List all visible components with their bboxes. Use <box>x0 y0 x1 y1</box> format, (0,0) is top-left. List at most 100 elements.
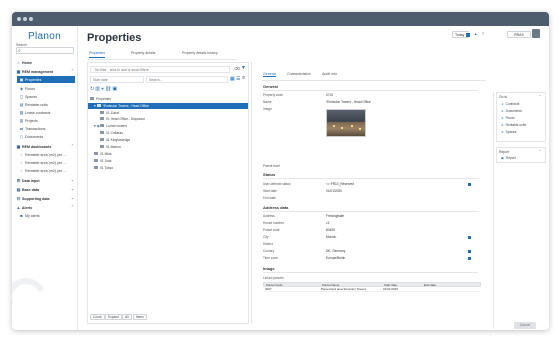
home-icon: ⌂ <box>17 60 20 65</box>
field-label: Parent level <box>263 164 280 168</box>
collapse-icon[interactable]: ⌃ <box>539 94 542 99</box>
nav-rentable-units[interactable]: ▤ Rentable units <box>12 101 78 108</box>
report-item[interactable]: ▣ Report <box>501 156 516 160</box>
avatar[interactable] <box>532 29 540 38</box>
table-row[interactable]: 0007 Parcel land area Emission Towers 01… <box>263 287 481 292</box>
goto-item[interactable]: ➜ Documents <box>501 109 522 113</box>
cancel-button[interactable]: Cancel <box>514 322 536 329</box>
arrow-right-icon: ➜ <box>501 116 504 120</box>
section-image: Image <box>263 266 275 271</box>
tab-general[interactable]: General <box>263 72 276 77</box>
city-field[interactable]: Munich <box>326 235 336 239</box>
panel-splitter[interactable] <box>251 62 252 324</box>
grid-view-icon[interactable]: ▦ <box>230 76 235 82</box>
search-icon[interactable]: ⌕ <box>242 75 245 82</box>
window-dot-icon[interactable] <box>17 17 21 21</box>
tree-item[interactable]: 01 Dots <box>88 158 248 164</box>
help-button[interactable]: ? <box>480 31 486 38</box>
building-icon <box>94 152 98 155</box>
tree-item[interactable]: ▾ ◉ Lumen towers <box>88 123 248 129</box>
goto-item[interactable]: ➜ Spaces <box>501 130 516 134</box>
notification-bell-icon[interactable]: ▲ <box>472 31 479 38</box>
start-date-field[interactable]: 01/01/2020 <box>326 189 342 193</box>
nav-dashboard-item[interactable]: ▫ Rentable area (m2) per ... <box>12 167 78 174</box>
tree-item[interactable]: 01 Marlon <box>88 144 248 150</box>
nav-dashboard-item[interactable]: ▫ Rentable area (m2) per ... <box>12 159 78 166</box>
clear-filter-icon[interactable]: ⌫ <box>234 66 240 71</box>
nav-base-data[interactable]: ▤ Base data ⌄ <box>12 186 78 193</box>
postal-code-field[interactable]: 80469 <box>326 228 335 232</box>
search-input[interactable]: ⌕ <box>16 47 74 54</box>
add-icon[interactable]: ▣ <box>112 86 118 92</box>
tree-root[interactable]: Properties <box>88 96 248 102</box>
goto-item[interactable]: ➜ Contracts <box>501 102 519 106</box>
property-image[interactable] <box>326 109 366 137</box>
tree-item[interactable]: 01 Kingfordedge <box>88 137 248 143</box>
tree-item[interactable]: ▾ *Emission Towers - Head Office <box>88 103 248 109</box>
tab-characteristics[interactable]: Characteristics <box>287 72 311 76</box>
lookup-icon[interactable] <box>468 183 471 186</box>
sort-select[interactable]: Start date <box>90 76 144 83</box>
search-icon: ⌕ <box>18 48 21 54</box>
tree-item[interactable]: 01 Mids <box>88 151 248 157</box>
filter-icon[interactable]: ▼ <box>241 65 246 71</box>
tree-item[interactable]: 01 Tokyo <box>88 165 248 171</box>
lookup-icon[interactable] <box>468 257 471 260</box>
tab-property-details[interactable]: Property details <box>131 49 155 57</box>
nav-home[interactable]: ⌂ Home <box>12 59 78 66</box>
calendar-icon <box>466 33 471 37</box>
search-field[interactable]: Search... <box>146 76 228 83</box>
nav-projects[interactable]: ▥ Projects <box>12 117 78 124</box>
all-button[interactable]: All <box>122 314 132 320</box>
goto-item[interactable]: ➜ Floors <box>501 116 515 120</box>
nav-rem-dashboards[interactable]: ▦ REM dashboards ⌃ <box>12 143 78 150</box>
user-button[interactable]: RRAS <box>507 31 531 38</box>
list-view-icon[interactable]: ☰ <box>236 76 240 82</box>
nav-supporting-data[interactable]: ☷ Supporting data ⌄ <box>12 195 78 202</box>
property-code-field[interactable]: 0710 <box>326 93 333 97</box>
house-number-field[interactable]: 12 <box>326 221 330 225</box>
expand-button[interactable]: Expand <box>105 314 122 320</box>
today-button[interactable]: Today <box>452 31 471 38</box>
tab-property-details-history[interactable]: Property details history <box>182 49 218 57</box>
tab-audit-info[interactable]: Audit info <box>322 72 337 76</box>
grid-icon: ▦ <box>16 69 21 74</box>
arrow-right-icon: ➜ <box>501 102 504 106</box>
items-button[interactable]: Items <box>133 314 147 320</box>
lookup-icon[interactable] <box>468 250 471 253</box>
tab-properties[interactable]: Properties <box>89 49 105 58</box>
nav-spaces[interactable]: ▢ Spaces <box>12 93 78 100</box>
time-zone-field[interactable]: Europe/Berlin <box>326 256 345 260</box>
window-dot-icon[interactable] <box>29 17 33 21</box>
field-label: Address <box>263 214 275 218</box>
nav-transactions[interactable]: ⇄ Transactions <box>12 125 78 132</box>
nav-rem-management[interactable]: ▦ REM management ⌃ <box>12 68 78 75</box>
user-defined-status-field[interactable]: <> PR10_Reserved <box>326 182 354 186</box>
nav-lease-contracts[interactable]: ▧ Lease contracts <box>12 109 78 116</box>
name-field[interactable]: *Emission Towers - Head Office <box>326 100 371 104</box>
address-field[interactable]: Freisinghalle <box>326 214 344 218</box>
chart-icon: ▫ <box>20 168 23 173</box>
nav-alerts[interactable]: ▲ Alerts ⌃ <box>12 204 78 211</box>
page-title: Properties <box>87 32 142 44</box>
tree-item[interactable]: 01 Head Office - Disposed <box>88 116 248 122</box>
nav-floors[interactable]: ◈ Floors <box>12 85 78 92</box>
nav-dashboard-item[interactable]: ▫ Rentable area (m2) per ... <box>12 151 78 158</box>
lookup-icon[interactable] <box>468 236 471 239</box>
nav-my-alerts[interactable]: ■ My alerts <box>12 212 78 219</box>
filter-input[interactable]: No filter - click to add or show filters <box>90 66 230 73</box>
collapse-icon[interactable]: ⌃ <box>539 149 542 154</box>
nav-properties[interactable]: ▣ Properties <box>17 76 75 83</box>
nav-floors-label: Floors <box>25 87 35 91</box>
nav-data-input[interactable]: ☰ Data input ⌄ <box>12 177 78 184</box>
country-field[interactable]: DE, Germany <box>326 249 345 253</box>
section-address: Address data <box>263 205 289 210</box>
main-area: Properties Properties Property details P… <box>78 26 549 330</box>
count-button[interactable]: Count <box>90 314 105 320</box>
nav-projects-label: Projects <box>25 119 38 123</box>
nav-documents[interactable]: ▯ Documents <box>12 133 78 140</box>
nav-rem-dashboards-label: REM dashboards <box>22 145 52 149</box>
tree-item[interactable]: 01 Cintaras <box>88 130 248 136</box>
goto-item[interactable]: ➜ Rentable units <box>501 123 526 127</box>
window-dot-icon[interactable] <box>23 17 27 21</box>
